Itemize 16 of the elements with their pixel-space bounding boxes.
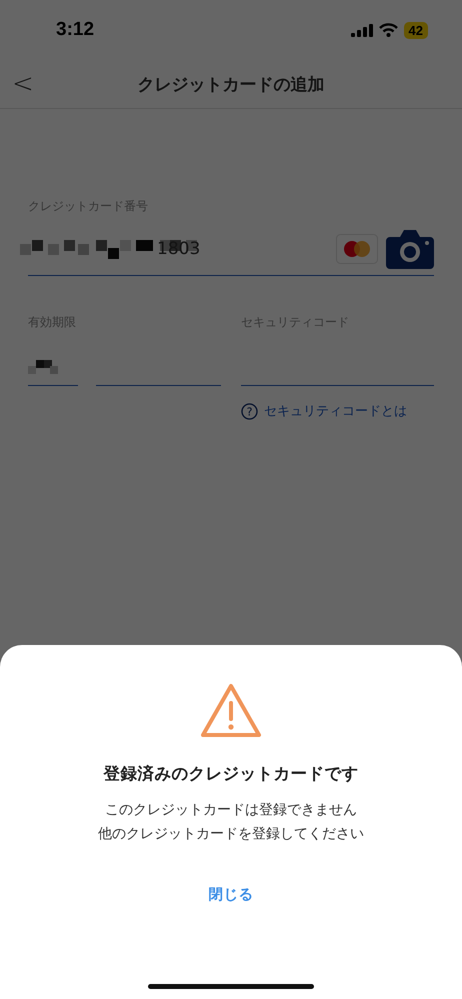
battery-indicator: 42 xyxy=(404,22,428,38)
help-icon: ? xyxy=(241,402,258,420)
dialog-title: 登録済みのクレジットカードです xyxy=(104,763,358,785)
card-brand-icon xyxy=(336,234,378,264)
back-button[interactable]: < xyxy=(12,69,34,99)
dialog-message: 他のクレジットカードを登録してください xyxy=(98,825,364,843)
status-time: 3:12 xyxy=(56,19,94,41)
wifi-icon xyxy=(378,23,398,37)
warning-icon xyxy=(200,683,262,739)
screen-title: クレジットカードの追加 xyxy=(138,74,324,96)
close-button[interactable]: 閉じる xyxy=(198,881,264,908)
signal-icon xyxy=(350,24,373,36)
pixelation-mosaic xyxy=(28,360,58,374)
help-link[interactable]: セキュリティコードとは xyxy=(264,402,407,420)
camera-icon[interactable] xyxy=(386,229,434,269)
dialog-message: このクレジットカードは登録できません xyxy=(105,801,357,819)
